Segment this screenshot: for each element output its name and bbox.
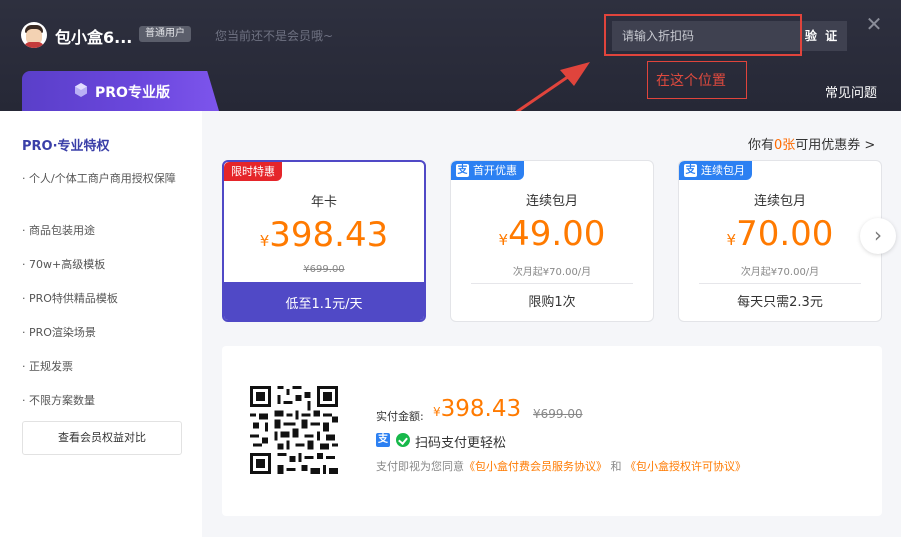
alipay-icon: 支 [684,164,697,177]
plan-renewal-note: 次月起¥70.00/月 [740,267,820,278]
tab-pro-label: PRO专业版 [95,85,170,101]
amount-value: 398.43 [440,396,522,422]
feature-item: · PRO特供精品模板 [22,292,118,305]
coupon-count: 0张 [774,138,796,153]
scan-to-pay-text: 扫码支付更轻松 [415,436,507,451]
plan-name: 年卡 [310,195,337,210]
username: 包小盒6... [55,28,133,47]
annotation-highlight-box [604,14,802,56]
feature-item: · 70w+高级模板 [22,258,106,271]
plan-tag: 支连续包月 [679,161,752,180]
feature-item: · PRO渲染场景 [22,326,96,339]
wechat-pay-icon [396,433,410,447]
price-value: 398.43 [269,215,389,255]
alipay-icon: 支 [376,433,390,447]
coupon-prefix: 你有 [748,138,775,153]
plan-price: ¥70.00 [679,213,881,261]
agreement-prefix: 支付即视为您同意 [376,460,464,473]
plan-tag-label: 首开优惠 [473,164,517,177]
sidebar-title: PRO·专业特权 [22,139,110,154]
feature-item: · 商品包装用途 [22,224,95,237]
payment-qr-code [250,386,338,474]
plan-name: 连续包月 [525,194,578,209]
currency-symbol: ¥ [726,231,737,249]
plan-tag: 支首开优惠 [451,161,524,180]
plan-footer: 每天只需2.3元 [737,295,823,310]
feature-item: · 正规发票 [22,360,73,373]
currency-symbol: ¥ [498,231,509,249]
plan-name: 连续包月 [753,194,806,209]
plan-card-monthly[interactable]: 支连续包月 连续包月 ¥70.00 次月起¥70.00/月 每天只需2.3元 [678,160,882,322]
divider [471,283,633,284]
alipay-icon: 支 [456,164,469,177]
annotation-label: 在这个位置 [656,73,726,89]
plan-price: ¥398.43 [224,214,424,262]
agreement-and: 和 [610,460,622,473]
plan-card-first-month[interactable]: 支首开优惠 连续包月 ¥49.00 次月起¥70.00/月 限购1次 [450,160,654,322]
coupon-link[interactable]: 你有0张可用优惠券 > [748,134,875,153]
price-value: 49.00 [508,214,606,254]
plan-card-annual[interactable]: 限时特惠 年卡 ¥398.43 ¥699.00 低至1.1元/天 [222,160,426,322]
feature-item: · 不限方案数量 [22,394,95,407]
coupon-suffix: 可用优惠券 > [795,138,876,153]
currency-symbol: ¥ [433,405,441,419]
agreement-text: 支付即视为您同意《包小盒付费会员服务协议》 和 《包小盒授权许可协议》 [376,458,746,474]
plan-price: ¥49.00 [451,213,653,261]
price-value: 70.00 [736,214,834,254]
plan-footer: 低至1.1元/天 [285,297,363,312]
divider [699,283,861,284]
next-plans-arrow-icon[interactable]: › [860,218,896,254]
plan-footer: 限购1次 [528,295,576,310]
membership-status-text: 您当前还不是会员哦~ [215,29,334,43]
compare-benefits-button[interactable]: 查看会员权益对比 [22,421,182,455]
payment-amount-label: 实付金额: [376,410,424,423]
membership-agreement-link[interactable]: 《包小盒付费会员服务协议》 [464,460,607,473]
plan-tag-label: 连续包月 [701,164,745,177]
pro-gem-icon [75,83,87,97]
plan-original-price: ¥699.00 [303,264,345,275]
close-icon[interactable]: ✕ [864,14,884,34]
plan-renewal-note: 次月起¥70.00/月 [512,267,592,278]
license-agreement-link[interactable]: 《包小盒授权许可协议》 [625,460,746,473]
faq-link[interactable]: 常见问题 [825,82,877,101]
feature-item: · 个人/个体工商户商用授权保障 [22,172,176,185]
payment-original-price: ¥699.00 [533,407,583,421]
currency-symbol: ¥ [259,232,270,250]
avatar[interactable] [21,22,47,48]
plan-tag: 限时特惠 [224,162,282,181]
user-level-badge: 普通用户 [139,26,191,42]
payment-amount: ¥398.43 [433,396,521,422]
verify-button[interactable]: 验 证 [797,21,847,51]
